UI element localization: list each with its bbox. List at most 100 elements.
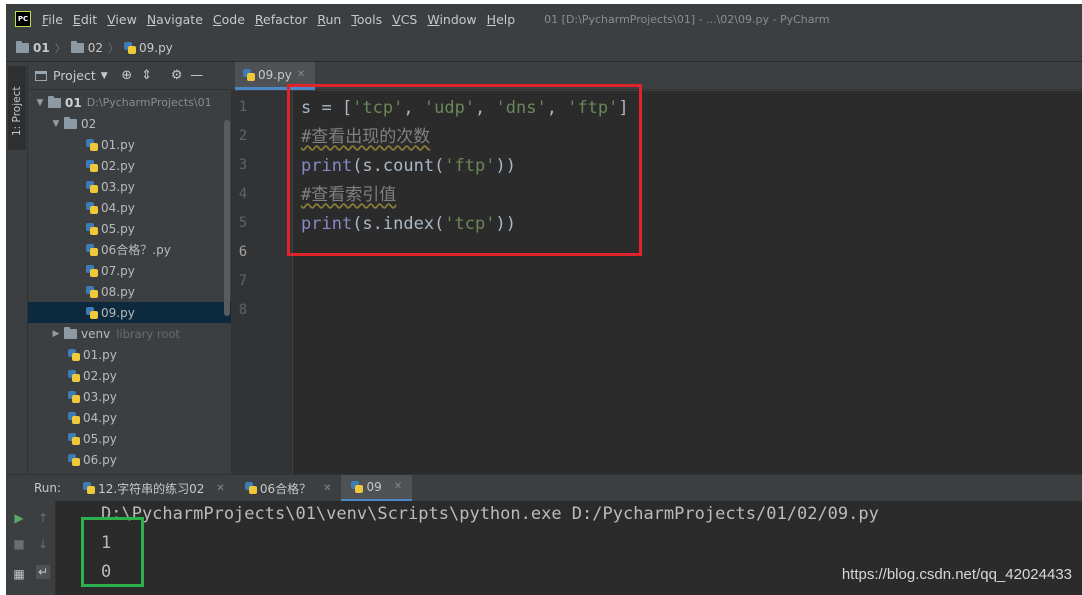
close-icon[interactable]: ✕ xyxy=(323,483,331,494)
breadcrumb-item-01[interactable]: 01 xyxy=(16,40,50,55)
tree-item-file[interactable]: 06合格？.py xyxy=(28,239,231,260)
menu-help[interactable]: Help xyxy=(482,12,521,27)
output-highlight-box xyxy=(81,517,144,587)
tree-item-folder-02[interactable]: ▼ 02 xyxy=(28,113,231,134)
tree-item-venv[interactable]: ▶ venv library root xyxy=(28,323,231,344)
breadcrumb-item-09py[interactable]: 09.py xyxy=(123,40,173,55)
locate-target-icon[interactable]: ⊕ xyxy=(120,68,134,83)
close-icon[interactable]: ✕ xyxy=(216,483,224,494)
breadcrumb: 01 〉 02 〉 09.py xyxy=(6,34,1082,62)
project-tool-tab-label: 1: Project xyxy=(11,86,23,136)
breadcrumb-label: 09.py xyxy=(138,40,173,55)
menu-tools[interactable]: Tools xyxy=(346,12,387,27)
run-label: Run: xyxy=(34,481,62,495)
tree-label: 02.py xyxy=(83,368,117,383)
collapse-all-icon[interactable]: ⇕ xyxy=(140,68,154,83)
tree-item-file[interactable]: 05.py xyxy=(28,218,231,239)
breadcrumb-item-02[interactable]: 02 xyxy=(70,40,103,55)
project-panel-title[interactable]: Project xyxy=(53,68,96,83)
menu-code[interactable]: Code xyxy=(208,12,250,27)
run-toolbar: ▶ ↑ ■ ↓ ▦ ↵ xyxy=(6,501,56,595)
menu-window[interactable]: Window xyxy=(422,12,481,27)
close-icon[interactable]: ✕ xyxy=(394,481,402,492)
tree-label: 07.py xyxy=(101,263,135,278)
console-command-line: D:\PycharmProjects\01\venv\Scripts\pytho… xyxy=(101,504,879,524)
run-tab-label: 06合格？ xyxy=(259,481,312,496)
close-icon[interactable]: ✕ xyxy=(297,69,305,80)
project-view-icon xyxy=(35,70,47,81)
arrow-up-icon[interactable]: ↑ xyxy=(36,511,50,525)
tree-label: 05.py xyxy=(101,221,135,236)
line-number-gutter: 1 2 3 4 5 6 7 8 xyxy=(231,91,293,474)
python-file-icon xyxy=(68,390,80,403)
tree-label: 02.py xyxy=(101,158,135,173)
project-panel: Project ▼ ⊕ ⇕ ⚙ — ▼ 01 D:\PycharmProject… xyxy=(28,62,231,474)
project-tree-scrollbar[interactable] xyxy=(224,120,230,316)
chevron-right-icon: 〉 xyxy=(107,41,119,55)
tree-item-file[interactable]: 02.py xyxy=(28,155,231,176)
expand-arrow-icon[interactable]: ▼ xyxy=(34,98,46,108)
tree-label: 06.py xyxy=(83,452,117,467)
layout-icon[interactable]: ▦ xyxy=(12,567,26,581)
rerun-play-icon[interactable]: ▶ xyxy=(12,511,26,525)
python-file-icon xyxy=(86,201,98,214)
tree-item-file[interactable]: 03.py xyxy=(28,386,231,407)
folder-icon xyxy=(64,326,77,339)
tree-item-root[interactable]: ▼ 01 D:\PycharmProjects\01 xyxy=(28,92,231,113)
python-file-icon xyxy=(244,482,257,494)
tree-item-file[interactable]: 02.py xyxy=(28,365,231,386)
folder-icon xyxy=(64,116,77,129)
menu-view[interactable]: View xyxy=(102,12,142,27)
soft-wrap-icon[interactable]: ↵ xyxy=(36,565,50,579)
menu-file[interactable]: File xyxy=(37,12,68,27)
arrow-down-icon[interactable]: ↓ xyxy=(36,537,50,551)
tree-item-file-selected[interactable]: 09.py xyxy=(28,302,231,323)
project-tool-tab[interactable]: 1: Project xyxy=(8,66,26,150)
pycharm-logo-icon: PC xyxy=(15,11,31,27)
menu-refactor[interactable]: Refactor xyxy=(250,12,312,27)
python-file-icon xyxy=(68,453,80,466)
line-number: 4 xyxy=(238,186,248,202)
stop-icon[interactable]: ■ xyxy=(12,537,26,551)
python-file-icon xyxy=(86,159,98,172)
chevron-right-icon: 〉 xyxy=(54,41,66,55)
tree-item-file[interactable]: 03.py xyxy=(28,176,231,197)
menu-run[interactable]: Run xyxy=(312,12,346,27)
tree-item-file[interactable]: 08.py xyxy=(28,281,231,302)
expand-arrow-icon[interactable]: ▼ xyxy=(50,119,62,129)
watermark: https://blog.csdn.net/qq_42024433 xyxy=(841,566,1072,583)
python-file-icon xyxy=(86,180,98,193)
line-number-current: 6 xyxy=(238,244,248,260)
dropdown-arrow-icon[interactable]: ▼ xyxy=(101,71,108,81)
run-tab-3-active[interactable]: 09 ✕ xyxy=(341,474,413,502)
tree-item-file[interactable]: 01.py xyxy=(28,134,231,155)
run-tab-label: 12.字符串的练习02 xyxy=(98,481,205,496)
tree-item-file[interactable]: 04.py xyxy=(28,407,231,428)
menu-vcs[interactable]: VCS xyxy=(387,12,422,27)
python-file-icon xyxy=(68,369,80,382)
collapse-arrow-icon[interactable]: ▶ xyxy=(50,329,62,339)
folder-icon xyxy=(16,40,29,53)
menu-navigate[interactable]: Navigate xyxy=(142,12,208,27)
run-tab-1[interactable]: 12.字符串的练习02 ✕ xyxy=(73,475,235,502)
minimize-icon[interactable]: — xyxy=(190,68,204,83)
tree-label: 03.py xyxy=(83,389,117,404)
menu-edit[interactable]: Edit xyxy=(68,12,102,27)
tree-label: 01.py xyxy=(101,137,135,152)
tree-item-file[interactable]: 06.py xyxy=(28,449,231,470)
tree-label: 01.py xyxy=(83,347,117,362)
folder-icon xyxy=(70,40,84,53)
python-file-icon xyxy=(86,264,98,277)
tree-item-file[interactable]: 07.py xyxy=(28,260,231,281)
run-tool-header: Run: 12.字符串的练习02 ✕ 06合格？ ✕ 09 ✕ xyxy=(6,474,1082,502)
library-root-note: library root xyxy=(116,326,180,341)
tree-label: venv xyxy=(81,326,111,341)
run-tab-2[interactable]: 06合格？ ✕ xyxy=(235,475,342,502)
tree-label: 03.py xyxy=(101,179,135,194)
tree-item-file[interactable]: 04.py xyxy=(28,197,231,218)
project-tree: ▼ 01 D:\PycharmProjects\01 ▼ 02 01.py 02… xyxy=(28,90,231,470)
tree-item-file[interactable]: 01.py xyxy=(28,344,231,365)
tree-item-file[interactable]: 05.py xyxy=(28,428,231,449)
python-file-icon xyxy=(68,411,80,424)
gear-icon[interactable]: ⚙ xyxy=(170,68,184,83)
